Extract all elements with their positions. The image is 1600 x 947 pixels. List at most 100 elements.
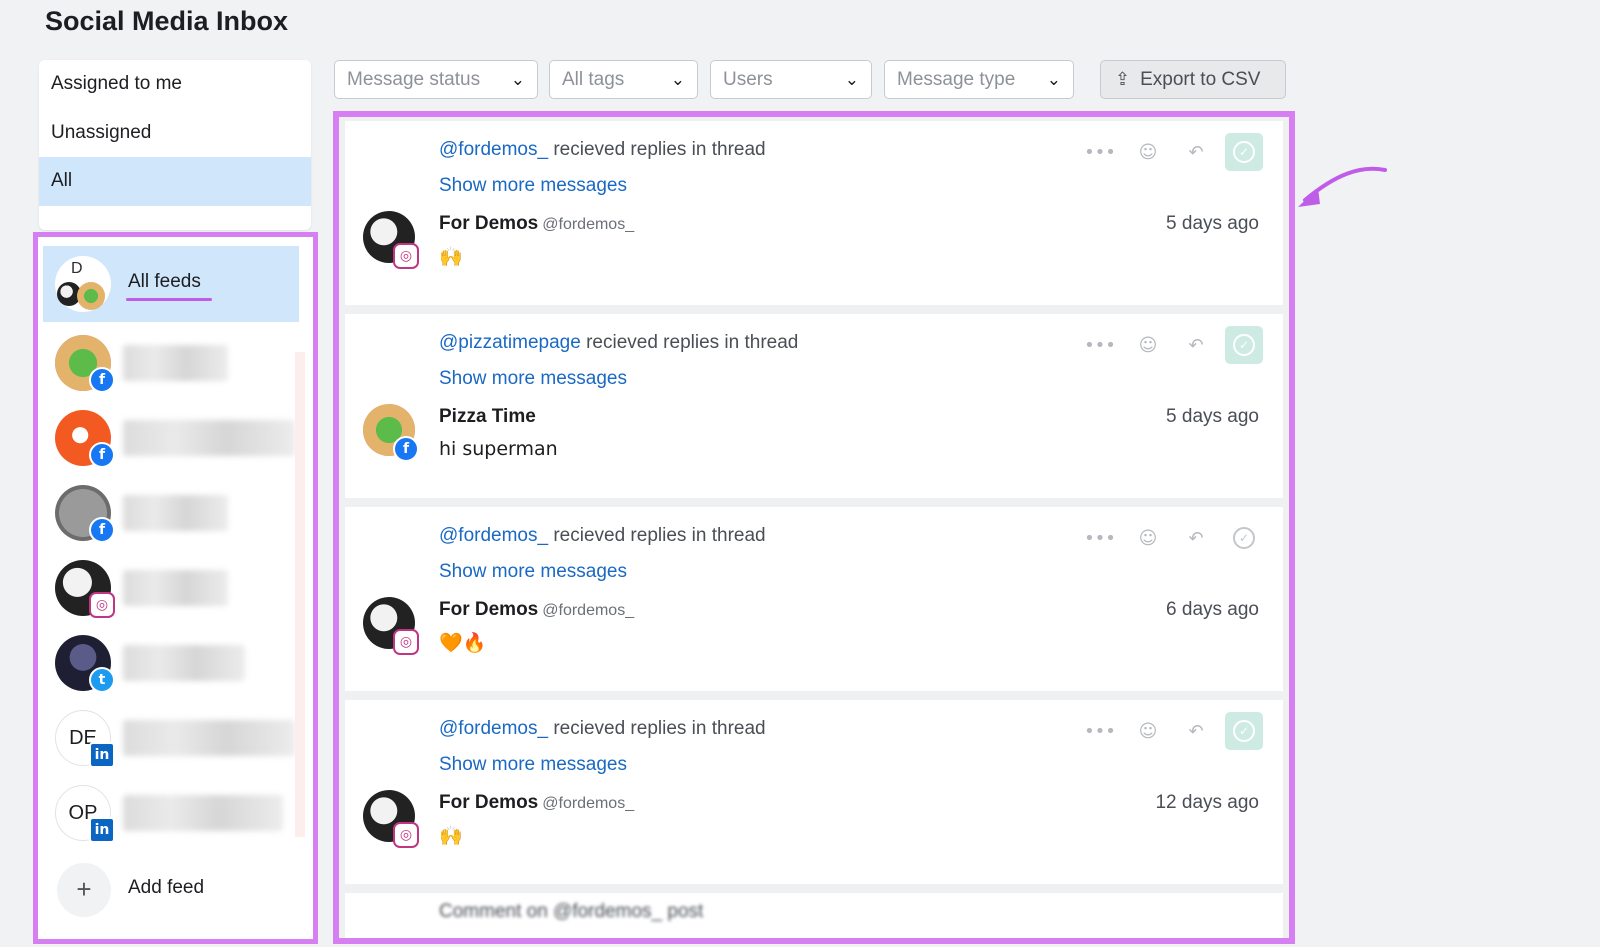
show-more-link[interactable]: Show more messages: [439, 368, 627, 390]
all-feeds-label: All feeds: [128, 271, 201, 292]
thread-text: recieved replies in thread: [580, 332, 799, 353]
chevron-down-icon: ⌄: [510, 69, 525, 90]
users-filter[interactable]: Users ⌄: [710, 60, 872, 99]
blurred-feed-name: [123, 570, 228, 606]
author-handle: @fordemos_: [542, 216, 635, 233]
resolve-button[interactable]: ✓: [1225, 519, 1263, 557]
avatar-mini-pizza: [77, 282, 105, 310]
instagram-icon: ◎: [89, 592, 115, 618]
more-icon[interactable]: •••: [1081, 712, 1119, 750]
more-icon[interactable]: •••: [1081, 133, 1119, 171]
card-actions: ••• ☺ ↶ ✓: [1081, 712, 1263, 750]
assign-user-icon[interactable]: ☺: [1129, 326, 1167, 364]
message-type-filter[interactable]: Message type ⌄: [884, 60, 1074, 99]
instagram-icon: ◎: [393, 243, 419, 269]
blurred-feed-name: [123, 720, 295, 756]
instagram-icon: ◎: [393, 629, 419, 655]
assign-user-icon[interactable]: ☺: [1129, 519, 1167, 557]
messages-panel: @fordemos_ recieved replies in thread Sh…: [333, 111, 1295, 944]
chevron-down-icon: ⌄: [670, 69, 685, 90]
author-handle: @fordemos_: [542, 795, 635, 812]
message-text: 🧡🔥: [439, 632, 487, 654]
facebook-icon: f: [89, 442, 115, 468]
status-item-assigned[interactable]: Assigned to me: [39, 60, 311, 109]
message-status-filter[interactable]: Message status ⌄: [334, 60, 538, 99]
check-icon: ✓: [1233, 334, 1255, 356]
message-card[interactable]: @fordemos_ recieved replies in thread Sh…: [345, 121, 1283, 305]
facebook-icon: f: [89, 517, 115, 543]
annotation-underline: [126, 298, 212, 301]
status-item-all[interactable]: All: [39, 157, 311, 206]
feed-item[interactable]: DE in: [43, 700, 299, 776]
instagram-icon: ◎: [393, 822, 419, 848]
feed-all[interactable]: D All feeds: [43, 246, 299, 322]
more-icon[interactable]: •••: [1081, 519, 1119, 557]
chevron-down-icon: ⌄: [844, 69, 859, 90]
partial-message-line: Comment on @fordemos_ post: [439, 901, 704, 922]
check-icon: ✓: [1233, 720, 1255, 742]
plus-icon: +: [57, 863, 111, 917]
blurred-feed-name: [123, 645, 245, 681]
add-feed-label: Add feed: [128, 877, 205, 898]
feeds-scrollbar[interactable]: [295, 352, 305, 837]
reply-icon[interactable]: ↶: [1177, 519, 1215, 557]
message-card[interactable]: @pizzatimepage recieved replies in threa…: [345, 314, 1283, 498]
assign-user-icon[interactable]: ☺: [1129, 133, 1167, 171]
thread-line: @fordemos_ recieved replies in thread: [439, 718, 766, 740]
feed-item[interactable]: f: [43, 400, 299, 476]
filter-label: Users: [723, 68, 773, 90]
all-feeds-avatar: D: [55, 256, 111, 312]
resolve-button[interactable]: ✓: [1225, 326, 1263, 364]
tags-filter[interactable]: All tags ⌄: [549, 60, 698, 99]
handle-link[interactable]: @fordemos_: [439, 718, 548, 739]
reply-icon[interactable]: ↶: [1177, 712, 1215, 750]
resolve-button[interactable]: ✓: [1225, 133, 1263, 171]
filter-label: Message type: [897, 68, 1016, 90]
filter-label: Message status: [347, 68, 481, 90]
timestamp: 6 days ago: [1166, 599, 1259, 620]
facebook-icon: f: [89, 367, 115, 393]
message-card[interactable]: Comment on @fordemos_ post: [345, 893, 1283, 938]
feed-item[interactable]: f: [43, 475, 299, 551]
show-more-link[interactable]: Show more messages: [439, 754, 627, 776]
feed-item[interactable]: ◎: [43, 550, 299, 626]
card-actions: ••• ☺ ↶ ✓: [1081, 133, 1263, 171]
show-more-link[interactable]: Show more messages: [439, 561, 627, 583]
facebook-icon: f: [393, 436, 419, 462]
author-label: For Demos: [439, 792, 539, 813]
timestamp: 12 days ago: [1155, 792, 1259, 813]
more-icon[interactable]: •••: [1081, 326, 1119, 364]
feed-item[interactable]: t: [43, 625, 299, 701]
thread-text: recieved replies in thread: [548, 525, 766, 546]
author-name: For Demos @fordemos_: [439, 599, 634, 621]
check-icon: ✓: [1233, 141, 1255, 163]
thread-line: @pizzatimepage recieved replies in threa…: [439, 332, 798, 354]
page-title: Social Media Inbox: [45, 6, 289, 36]
twitter-icon: t: [89, 667, 115, 693]
feed-item[interactable]: f: [43, 325, 299, 401]
message-text: 🙌: [439, 246, 463, 268]
message-card[interactable]: @fordemos_ recieved replies in thread Sh…: [345, 700, 1283, 884]
status-menu: Assigned to me Unassigned All: [39, 60, 311, 230]
resolve-button[interactable]: ✓: [1225, 712, 1263, 750]
author-name: For Demos @fordemos_: [439, 792, 634, 814]
add-feed-button[interactable]: + Add feed: [43, 857, 299, 933]
feed-item[interactable]: OP in: [43, 775, 299, 851]
assign-user-icon[interactable]: ☺: [1129, 712, 1167, 750]
handle-link[interactable]: @fordemos_: [439, 139, 548, 160]
author-name: For Demos @fordemos_: [439, 213, 634, 235]
blurred-feed-name: [123, 345, 228, 381]
reply-icon[interactable]: ↶: [1177, 326, 1215, 364]
thread-text: recieved replies in thread: [548, 718, 766, 739]
linkedin-icon: in: [89, 742, 115, 768]
timestamp: 5 days ago: [1166, 213, 1259, 234]
message-card[interactable]: @fordemos_ recieved replies in thread Sh…: [345, 507, 1283, 691]
avatar-initial: D: [71, 260, 83, 277]
show-more-link[interactable]: Show more messages: [439, 175, 627, 197]
thread-line: @fordemos_ recieved replies in thread: [439, 139, 766, 161]
handle-link[interactable]: @fordemos_: [439, 525, 548, 546]
status-item-unassigned[interactable]: Unassigned: [39, 109, 311, 158]
reply-icon[interactable]: ↶: [1177, 133, 1215, 171]
handle-link[interactable]: @pizzatimepage: [439, 332, 581, 353]
export-csv-button[interactable]: ⇪ Export to CSV: [1100, 60, 1286, 99]
